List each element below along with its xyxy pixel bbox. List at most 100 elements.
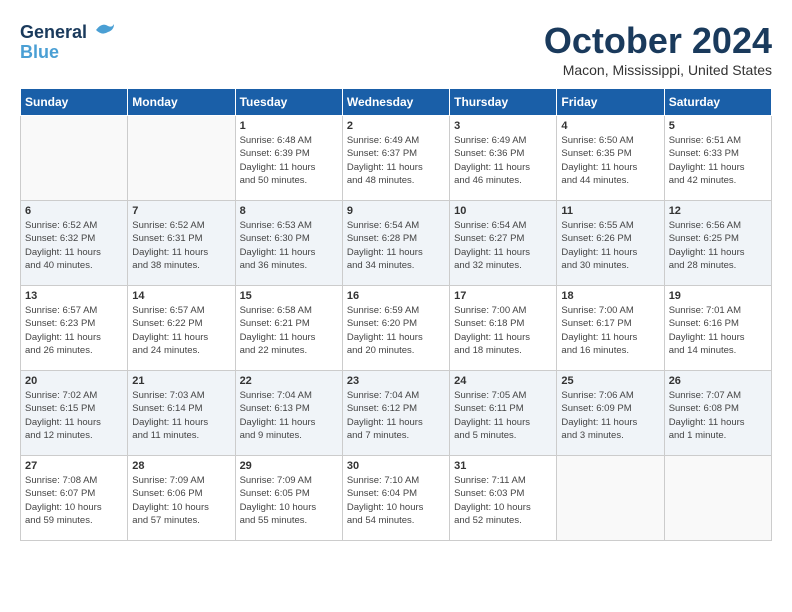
page-header: General Blue October 2024 Macon, Mississ… <box>20 20 772 78</box>
calendar-cell: 28 Sunrise: 7:09 AM Sunset: 6:06 PM Dayli… <box>128 456 235 541</box>
day-detail: Sunrise: 7:04 AM Sunset: 6:13 PM Dayligh… <box>240 389 338 442</box>
calendar-cell: 15 Sunrise: 6:58 AM Sunset: 6:21 PM Dayli… <box>235 286 342 371</box>
day-detail: Sunrise: 6:52 AM Sunset: 6:32 PM Dayligh… <box>25 219 123 272</box>
calendar-cell: 18 Sunrise: 7:00 AM Sunset: 6:17 PM Dayli… <box>557 286 664 371</box>
day-number: 1 <box>240 120 338 132</box>
day-number: 31 <box>454 460 552 472</box>
day-detail: Sunrise: 6:48 AM Sunset: 6:39 PM Dayligh… <box>240 134 338 187</box>
day-detail: Sunrise: 6:54 AM Sunset: 6:27 PM Dayligh… <box>454 219 552 272</box>
day-detail: Sunrise: 7:10 AM Sunset: 6:04 PM Dayligh… <box>347 474 445 527</box>
calendar-cell: 7Sunrise: 6:52 AM Sunset: 6:31 PM Daylig… <box>128 201 235 286</box>
day-detail: Sunrise: 6:51 AM Sunset: 6:33 PM Dayligh… <box>669 134 767 187</box>
weekday-header-saturday: Saturday <box>664 89 771 116</box>
day-detail: Sunrise: 7:09 AM Sunset: 6:05 PM Dayligh… <box>240 474 338 527</box>
day-number: 24 <box>454 375 552 387</box>
day-detail: Sunrise: 7:09 AM Sunset: 6:06 PM Dayligh… <box>132 474 230 527</box>
calendar-cell: 13Sunrise: 6:57 AM Sunset: 6:23 PM Dayli… <box>21 286 128 371</box>
title-block: October 2024 Macon, Mississippi, United … <box>544 20 772 78</box>
calendar-cell: 19 Sunrise: 7:01 AM Sunset: 6:16 PM Dayli… <box>664 286 771 371</box>
day-number: 23 <box>347 375 445 387</box>
day-number: 21 <box>132 375 230 387</box>
day-detail: Sunrise: 7:07 AM Sunset: 6:08 PM Dayligh… <box>669 389 767 442</box>
calendar-cell: 11 Sunrise: 6:55 AM Sunset: 6:26 PM Dayli… <box>557 201 664 286</box>
day-number: 18 <box>561 290 659 302</box>
day-number: 11 <box>561 205 659 217</box>
weekday-header-tuesday: Tuesday <box>235 89 342 116</box>
day-number: 6 <box>25 205 123 217</box>
day-detail: Sunrise: 6:49 AM Sunset: 6:37 PM Dayligh… <box>347 134 445 187</box>
calendar-cell: 16 Sunrise: 6:59 AM Sunset: 6:20 PM Dayli… <box>342 286 449 371</box>
month-title: October 2024 <box>544 20 772 62</box>
calendar-cell: 2 Sunrise: 6:49 AM Sunset: 6:37 PM Daylig… <box>342 116 449 201</box>
location: Macon, Mississippi, United States <box>544 62 772 78</box>
logo: General Blue <box>20 20 116 63</box>
day-number: 22 <box>240 375 338 387</box>
day-detail: Sunrise: 7:00 AM Sunset: 6:18 PM Dayligh… <box>454 304 552 357</box>
calendar-cell <box>128 116 235 201</box>
day-number: 20 <box>25 375 123 387</box>
day-detail: Sunrise: 7:04 AM Sunset: 6:12 PM Dayligh… <box>347 389 445 442</box>
calendar-week-3: 13Sunrise: 6:57 AM Sunset: 6:23 PM Dayli… <box>21 286 772 371</box>
day-detail: Sunrise: 7:00 AM Sunset: 6:17 PM Dayligh… <box>561 304 659 357</box>
weekday-header-friday: Friday <box>557 89 664 116</box>
day-detail: Sunrise: 6:57 AM Sunset: 6:23 PM Dayligh… <box>25 304 123 357</box>
day-number: 26 <box>669 375 767 387</box>
calendar-cell: 31 Sunrise: 7:11 AM Sunset: 6:03 PM Dayli… <box>450 456 557 541</box>
day-number: 28 <box>132 460 230 472</box>
day-number: 17 <box>454 290 552 302</box>
day-number: 9 <box>347 205 445 217</box>
day-number: 19 <box>669 290 767 302</box>
day-number: 4 <box>561 120 659 132</box>
calendar-week-2: 6 Sunrise: 6:52 AM Sunset: 6:32 PM Daylig… <box>21 201 772 286</box>
calendar-cell <box>21 116 128 201</box>
calendar-cell: 30 Sunrise: 7:10 AM Sunset: 6:04 PM Dayli… <box>342 456 449 541</box>
day-detail: Sunrise: 7:05 AM Sunset: 6:11 PM Dayligh… <box>454 389 552 442</box>
day-number: 16 <box>347 290 445 302</box>
day-number: 5 <box>669 120 767 132</box>
calendar-week-5: 27 Sunrise: 7:08 AM Sunset: 6:07 PM Dayli… <box>21 456 772 541</box>
day-detail: Sunrise: 6:58 AM Sunset: 6:21 PM Dayligh… <box>240 304 338 357</box>
calendar-cell: 17 Sunrise: 7:00 AM Sunset: 6:18 PM Dayli… <box>450 286 557 371</box>
day-number: 15 <box>240 290 338 302</box>
day-detail: Sunrise: 6:59 AM Sunset: 6:20 PM Dayligh… <box>347 304 445 357</box>
logo-text-general: General <box>20 20 116 43</box>
day-detail: Sunrise: 6:52 AM Sunset: 6:31 PM Dayligh… <box>132 219 230 272</box>
calendar-cell: 20 Sunrise: 7:02 AM Sunset: 6:15 PM Dayli… <box>21 371 128 456</box>
day-detail: Sunrise: 7:11 AM Sunset: 6:03 PM Dayligh… <box>454 474 552 527</box>
day-number: 25 <box>561 375 659 387</box>
logo-bird-icon <box>94 20 116 38</box>
logo-text-blue: Blue <box>20 43 116 63</box>
calendar-cell: 14Sunrise: 6:57 AM Sunset: 6:22 PM Dayli… <box>128 286 235 371</box>
calendar-cell: 22 Sunrise: 7:04 AM Sunset: 6:13 PM Dayli… <box>235 371 342 456</box>
day-detail: Sunrise: 7:01 AM Sunset: 6:16 PM Dayligh… <box>669 304 767 357</box>
calendar-week-1: 1 Sunrise: 6:48 AM Sunset: 6:39 PM Daylig… <box>21 116 772 201</box>
calendar-cell: 5 Sunrise: 6:51 AM Sunset: 6:33 PM Daylig… <box>664 116 771 201</box>
day-detail: Sunrise: 6:49 AM Sunset: 6:36 PM Dayligh… <box>454 134 552 187</box>
day-number: 27 <box>25 460 123 472</box>
weekday-header-thursday: Thursday <box>450 89 557 116</box>
weekday-header-monday: Monday <box>128 89 235 116</box>
calendar-cell: 6 Sunrise: 6:52 AM Sunset: 6:32 PM Daylig… <box>21 201 128 286</box>
calendar-cell: 29Sunrise: 7:09 AM Sunset: 6:05 PM Dayli… <box>235 456 342 541</box>
calendar-cell: 3 Sunrise: 6:49 AM Sunset: 6:36 PM Daylig… <box>450 116 557 201</box>
day-detail: Sunrise: 7:08 AM Sunset: 6:07 PM Dayligh… <box>25 474 123 527</box>
weekday-header-sunday: Sunday <box>21 89 128 116</box>
calendar-cell: 10 Sunrise: 6:54 AM Sunset: 6:27 PM Dayli… <box>450 201 557 286</box>
day-number: 10 <box>454 205 552 217</box>
day-number: 3 <box>454 120 552 132</box>
calendar-week-4: 20 Sunrise: 7:02 AM Sunset: 6:15 PM Dayli… <box>21 371 772 456</box>
day-detail: Sunrise: 6:56 AM Sunset: 6:25 PM Dayligh… <box>669 219 767 272</box>
calendar-cell: 26 Sunrise: 7:07 AM Sunset: 6:08 PM Dayli… <box>664 371 771 456</box>
calendar-cell: 23 Sunrise: 7:04 AM Sunset: 6:12 PM Dayli… <box>342 371 449 456</box>
day-number: 30 <box>347 460 445 472</box>
calendar-cell: 4Sunrise: 6:50 AM Sunset: 6:35 PM Daylig… <box>557 116 664 201</box>
day-detail: Sunrise: 6:57 AM Sunset: 6:22 PM Dayligh… <box>132 304 230 357</box>
weekday-header-wednesday: Wednesday <box>342 89 449 116</box>
day-detail: Sunrise: 6:55 AM Sunset: 6:26 PM Dayligh… <box>561 219 659 272</box>
day-detail: Sunrise: 7:02 AM Sunset: 6:15 PM Dayligh… <box>25 389 123 442</box>
weekday-header-row: SundayMondayTuesdayWednesdayThursdayFrid… <box>21 89 772 116</box>
day-number: 2 <box>347 120 445 132</box>
day-detail: Sunrise: 7:03 AM Sunset: 6:14 PM Dayligh… <box>132 389 230 442</box>
calendar-cell: 27 Sunrise: 7:08 AM Sunset: 6:07 PM Dayli… <box>21 456 128 541</box>
calendar-cell <box>664 456 771 541</box>
